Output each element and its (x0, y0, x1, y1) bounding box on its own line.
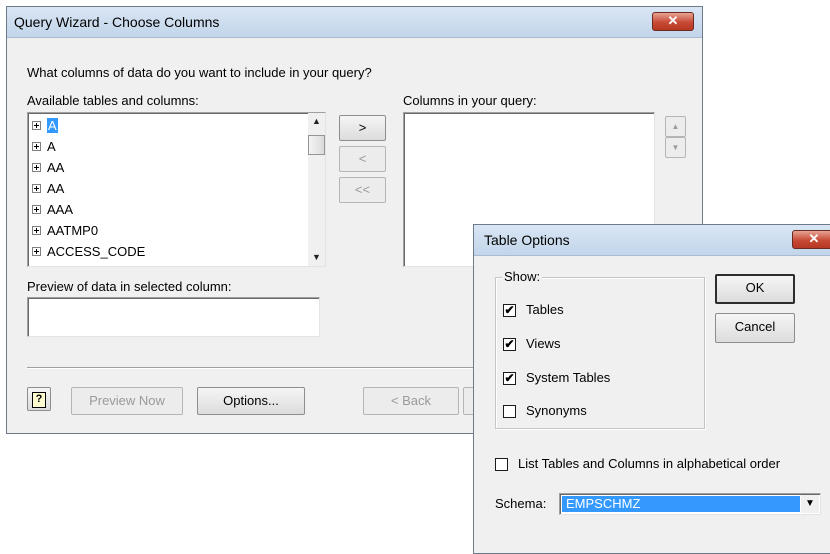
list-alphabetical-label: List Tables and Columns in alphabetical … (518, 456, 781, 471)
available-tables-label: Available tables and columns: (27, 93, 199, 108)
schema-label: Schema: (495, 496, 547, 511)
ok-button[interactable]: OK (715, 274, 795, 304)
scroll-up-icon[interactable]: ▲ (308, 113, 325, 130)
expand-icon[interactable] (32, 225, 41, 235)
close-icon[interactable]: ✕ (652, 12, 694, 31)
arrow-up-icon: ▲ (671, 122, 680, 131)
tree-item[interactable]: ACCESS_CODE (32, 241, 145, 261)
arrow-down-icon: ▼ (671, 143, 680, 152)
query-wizard-titlebar[interactable]: Query Wizard - Choose Columns ✕ (7, 7, 702, 38)
system-tables-checkbox-label: System Tables (526, 370, 611, 385)
tree-scrollbar[interactable]: ▲ ▼ (308, 113, 325, 266)
options-button[interactable]: Options... (197, 387, 305, 415)
expand-icon[interactable] (32, 120, 41, 130)
tree-item-label: A (47, 138, 56, 154)
preview-now-button[interactable]: Preview Now (71, 387, 183, 415)
expand-icon[interactable] (32, 204, 41, 214)
list-alphabetical-checkbox[interactable] (495, 458, 508, 471)
tree-item[interactable]: A (32, 115, 58, 135)
close-icon[interactable]: ✕ (792, 230, 830, 249)
table-options-titlebar[interactable]: Table Options ✕ (474, 225, 830, 256)
preview-field (27, 297, 320, 337)
move-up-button[interactable]: ▲ (665, 116, 686, 137)
tree-item-label: AA (47, 159, 65, 175)
show-group-label: Show: (502, 269, 543, 284)
expand-icon[interactable] (32, 141, 41, 151)
scroll-down-icon[interactable]: ▼ (308, 249, 325, 266)
tree-item-label: AA (47, 180, 65, 196)
query-wizard-title: Query Wizard - Choose Columns (14, 14, 220, 30)
remove-column-button[interactable]: < (339, 146, 386, 172)
table-options-title: Table Options (484, 232, 570, 248)
tree-item-label: ACCESS_CODE (47, 243, 146, 259)
tables-checkbox-label: Tables (526, 302, 564, 317)
chevron-down-icon[interactable]: ▼ (801, 495, 819, 513)
tables-checkbox[interactable]: ✔ (503, 304, 516, 317)
tree-item[interactable]: AAA (32, 199, 73, 219)
views-checkbox[interactable]: ✔ (503, 338, 516, 351)
tree-item-label: AATMP0 (47, 222, 99, 238)
tree-item[interactable]: AA (32, 157, 64, 177)
table-options-window: Table Options ✕ Show: ✔ Tables ✔ Views ✔… (473, 224, 830, 554)
move-down-button[interactable]: ▼ (665, 137, 686, 158)
help-button[interactable]: ? (27, 387, 51, 411)
tree-item[interactable]: AA (32, 178, 64, 198)
available-tables-tree[interactable]: A A AA AA AAA AATMP0 ACCESS_CODE ▲ ▼ (27, 112, 326, 267)
scroll-thumb[interactable] (308, 135, 325, 155)
system-tables-checkbox[interactable]: ✔ (503, 372, 516, 385)
add-column-button[interactable]: > (339, 115, 386, 141)
tree-item[interactable]: AATMP0 (32, 220, 98, 240)
wizard-prompt: What columns of data do you want to incl… (27, 65, 372, 80)
tree-item-label: AAA (47, 201, 74, 217)
preview-label: Preview of data in selected column: (27, 279, 232, 294)
remove-all-columns-button[interactable]: << (339, 177, 386, 203)
expand-icon[interactable] (32, 183, 41, 193)
tree-item[interactable]: A (32, 136, 56, 156)
views-checkbox-label: Views (526, 336, 561, 351)
schema-value: EMPSCHMZ (562, 496, 800, 512)
synonyms-checkbox-label: Synonyms (526, 403, 587, 418)
synonyms-checkbox[interactable] (503, 405, 516, 418)
schema-dropdown[interactable]: EMPSCHMZ ▼ (559, 493, 821, 515)
cancel-button[interactable]: Cancel (715, 313, 795, 343)
columns-in-query-label: Columns in your query: (403, 93, 537, 108)
back-button[interactable]: < Back (363, 387, 459, 415)
expand-icon[interactable] (32, 162, 41, 172)
help-icon: ? (32, 392, 46, 408)
expand-icon[interactable] (32, 246, 41, 256)
tree-item-label: A (47, 117, 58, 133)
